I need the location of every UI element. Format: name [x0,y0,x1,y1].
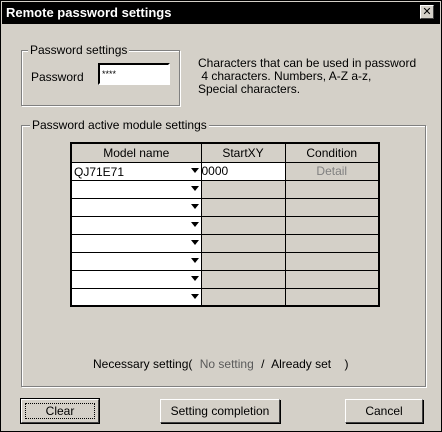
legend-slash: / [261,357,265,371]
remote-password-dialog: Remote password settings ✕ Password sett… [0,0,442,432]
table-row [70,215,380,235]
focus-rect [25,403,95,419]
startxy-input[interactable]: 0000 [200,161,286,181]
startxy-input[interactable] [200,251,286,271]
close-icon: ✕ [422,6,432,18]
model-select[interactable] [70,197,202,217]
condition-cell [284,269,380,289]
column-header-startxy: StartXY [200,142,286,163]
chevron-down-icon[interactable] [190,275,199,281]
cancel-button[interactable]: Cancel [345,399,423,423]
info-line-3: Special characters. [198,82,301,96]
password-label: Password [31,70,84,84]
table-row [70,179,380,199]
model-select[interactable] [70,251,202,271]
condition-cell [284,215,380,235]
startxy-input[interactable] [200,233,286,253]
necessary-prefix: Necessary setting( [93,357,193,371]
title-bar[interactable]: Remote password settings ✕ [2,2,440,24]
model-select[interactable] [70,287,202,307]
model-select[interactable] [70,269,202,289]
chevron-down-icon[interactable] [190,203,199,209]
already-set-label: Already set [271,357,332,371]
table-row [70,233,380,253]
model-select[interactable]: QJ71E71 [70,161,202,181]
password-settings-group: Password settings Password [21,43,180,106]
startxy-input[interactable] [200,179,286,199]
column-header-condition: Condition [284,142,380,163]
close-button[interactable]: ✕ [420,5,434,19]
startxy-input[interactable] [200,269,286,289]
startxy-input[interactable] [200,215,286,235]
table-row [70,287,380,307]
condition-cell [284,287,380,307]
startxy-input[interactable] [200,197,286,217]
module-table: Model name StartXY Condition QJ71E71 000… [70,142,380,307]
module-settings-legend: Password active module settings [30,118,209,132]
table-row [70,269,380,289]
condition-cell [284,233,380,253]
condition-cell [284,197,380,217]
setting-completion-button[interactable]: Setting completion [160,399,280,423]
password-input[interactable] [98,63,170,85]
table-row: QJ71E71 0000 Detail [70,161,380,181]
no-setting-label: No setting [199,357,254,371]
password-info: Characters that can be used in password … [198,57,433,96]
password-settings-legend: Password settings [28,43,130,57]
window-title: Remote password settings [6,5,172,20]
chevron-down-icon[interactable] [190,185,199,191]
condition-cell [284,251,380,271]
setting-completion-label: Setting completion [170,404,270,418]
column-header-model: Model name [70,142,202,163]
necessary-setting-legend: Necessary setting( No setting / Already … [93,357,348,371]
clear-button[interactable]: Clear [20,398,100,424]
detail-button[interactable]: Detail [284,161,380,181]
model-select[interactable] [70,215,202,235]
startxy-input[interactable] [200,287,286,307]
chevron-down-icon[interactable] [190,293,199,299]
table-row [70,251,380,271]
necessary-suffix: ) [344,357,349,371]
chevron-down-icon[interactable] [190,167,199,173]
condition-cell [284,179,380,199]
table-header-row: Model name StartXY Condition [70,142,380,163]
model-value: QJ71E71 [74,164,125,179]
model-select[interactable] [70,179,202,199]
chevron-down-icon[interactable] [190,257,199,263]
model-select[interactable] [70,233,202,253]
chevron-down-icon[interactable] [190,221,199,227]
chevron-down-icon[interactable] [190,239,199,245]
table-row [70,197,380,217]
cancel-label: Cancel [365,404,403,418]
